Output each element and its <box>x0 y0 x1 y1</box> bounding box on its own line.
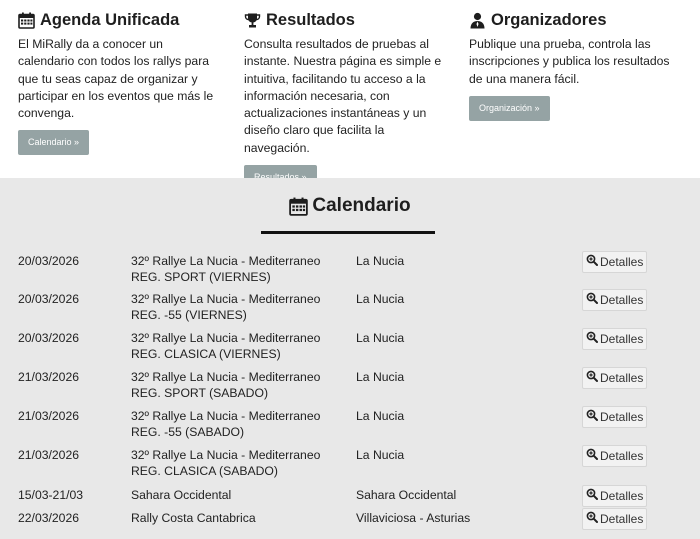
event-name: Sahara Occidental <box>131 488 232 502</box>
feature-organizadores-heading: Organizadores <box>469 10 679 30</box>
details-label: Detalles <box>600 489 644 503</box>
event-name: 32º Rallye La Nucia - Mediterraneo REG. … <box>131 409 321 439</box>
details-button[interactable]: Detalles <box>582 406 648 428</box>
feature-agenda: Agenda Unificada El MiRally da a conocer… <box>18 10 228 156</box>
event-location: La Nucia <box>356 331 405 345</box>
event-location: La Nucia <box>356 292 405 306</box>
details-label: Detalles <box>600 410 644 424</box>
event-location: La Nucia <box>356 254 405 268</box>
details-button[interactable]: Detalles <box>582 367 648 389</box>
zoom-in-icon <box>586 446 598 466</box>
details-label: Detalles <box>600 371 644 385</box>
event-name: 32º Rallye La Nucia - Mediterraneo REG. … <box>131 331 321 361</box>
event-name: 32º Rallye La Nucia - Mediterraneo REG. … <box>131 254 321 284</box>
event-name: 32º Rallye La Nucia - Mediterraneo REG. … <box>131 292 321 322</box>
details-label: Detalles <box>600 293 644 307</box>
event-date: 15/03-21/03 <box>18 488 84 502</box>
details-button[interactable]: Detalles <box>582 445 648 467</box>
feature-agenda-text: El MiRally da a conocer un calendario co… <box>18 37 214 121</box>
feature-resultados: Resultados Consulta resultados de prueba… <box>244 10 454 191</box>
features-section: Agenda Unificada El MiRally da a conocer… <box>0 0 700 191</box>
details-button[interactable]: Detalles <box>582 328 648 350</box>
details-label: Detalles <box>600 512 644 526</box>
feature-resultados-text: Consulta resultados de pruebas al instan… <box>244 37 442 155</box>
event-date: 22/03/2026 <box>18 511 79 525</box>
details-label: Detalles <box>600 449 644 463</box>
feature-agenda-heading: Agenda Unificada <box>18 10 228 30</box>
calendar-icon <box>18 12 35 29</box>
event-date: 20/03/2026 <box>18 331 79 345</box>
calendar-title-underline <box>261 231 435 234</box>
details-label: Detalles <box>600 332 644 346</box>
event-name: 32º Rallye La Nucia - Mediterraneo REG. … <box>131 448 321 478</box>
user-icon <box>469 12 486 29</box>
calendar-title: Calendario <box>0 195 700 217</box>
zoom-in-icon <box>586 290 598 310</box>
event-location: La Nucia <box>356 409 405 423</box>
details-label: Detalles <box>600 255 644 269</box>
feature-resultados-heading: Resultados <box>244 10 454 30</box>
event-date: 21/03/2026 <box>18 370 79 384</box>
event-date: 21/03/2026 <box>18 409 79 423</box>
calendar-icon <box>289 197 309 216</box>
trophy-icon <box>244 12 261 29</box>
calendario-button[interactable]: Calendario » <box>18 130 90 156</box>
details-button[interactable]: Detalles <box>582 251 648 273</box>
details-button[interactable]: Detalles <box>582 508 648 530</box>
zoom-in-icon <box>586 509 598 529</box>
zoom-in-icon <box>586 407 598 427</box>
organizacion-button[interactable]: Organización » <box>469 95 550 121</box>
event-date: 21/03/2026 <box>18 448 79 462</box>
zoom-in-icon <box>586 252 598 272</box>
event-date: 20/03/2026 <box>18 254 79 268</box>
event-location: La Nucia <box>356 448 405 462</box>
details-button[interactable]: Detalles <box>582 485 648 507</box>
event-date: 20/03/2026 <box>18 292 79 306</box>
details-button[interactable]: Detalles <box>582 289 648 311</box>
event-name: Rally Costa Cantabrica <box>131 511 256 525</box>
event-location: Sahara Occidental <box>356 488 457 502</box>
feature-organizadores-text: Publique una prueba, controla las inscri… <box>469 37 670 86</box>
zoom-in-icon <box>586 329 598 349</box>
event-location: La Nucia <box>356 370 405 384</box>
event-name: 32º Rallye La Nucia - Mediterraneo REG. … <box>131 370 321 400</box>
zoom-in-icon <box>586 368 598 388</box>
feature-organizadores: Organizadores Publique una prueba, contr… <box>469 10 679 121</box>
zoom-in-icon <box>586 486 598 506</box>
event-location: Villaviciosa - Asturias <box>356 511 471 525</box>
